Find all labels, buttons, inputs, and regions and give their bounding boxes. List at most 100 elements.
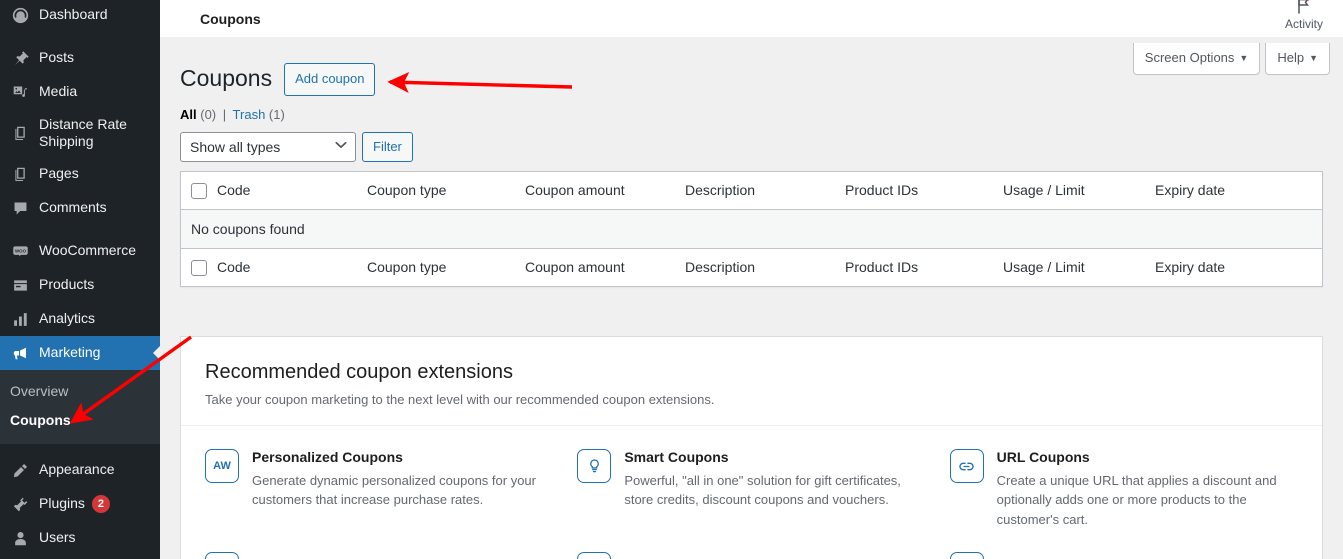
- sidebar-item-marketing[interactable]: Marketing: [0, 336, 160, 370]
- column-header-expiry-date[interactable]: Expiry date: [1155, 172, 1322, 210]
- column-footer-coupon-amount[interactable]: Coupon amount: [525, 247, 685, 286]
- sidebar-item-posts[interactable]: Posts: [0, 41, 160, 75]
- screen-meta-links: Screen Options ▼ Help ▼: [1132, 43, 1330, 76]
- column-header-coupon-amount[interactable]: Coupon amount: [525, 172, 685, 210]
- sidebar-item-pages[interactable]: Pages: [0, 157, 160, 191]
- analytics-icon: [10, 309, 30, 329]
- plug-icon: [10, 494, 30, 514]
- sidebar-item-woocommerce[interactable]: WOO WooCommerce: [0, 234, 160, 268]
- column-header-usage-limit[interactable]: Usage / Limit: [1003, 172, 1155, 210]
- select-all-checkbox-footer[interactable]: [191, 260, 207, 277]
- extension-card-personalized-coupons[interactable]: AW Personalized Coupons Generate dynamic…: [205, 448, 553, 529]
- select-all-checkbox[interactable]: [191, 182, 207, 199]
- extension-card-title[interactable]: Smart Coupons: [624, 448, 925, 467]
- sidebar-item-label: Pages: [39, 165, 79, 182]
- chevron-down-icon: ▼: [1239, 53, 1249, 63]
- extension-card-title[interactable]: Personalized Coupons: [252, 448, 553, 467]
- coupons-table-head: Code Coupon type Coupon amount Descripti…: [181, 172, 1322, 210]
- coupon-type-select[interactable]: Show all types: [180, 131, 356, 162]
- coupon-type-filter-wrap: Show all types: [180, 131, 356, 162]
- column-header-description[interactable]: Description: [685, 172, 845, 210]
- sidebar-divider: [0, 225, 160, 234]
- extension-card-body: Smart Coupons Powerful, "all in one" sol…: [624, 448, 925, 529]
- table-nav-top: Show all types Filter: [180, 131, 1323, 162]
- coupons-table-foot: Code Coupon type Coupon amount Descripti…: [181, 247, 1322, 286]
- column-footer-code[interactable]: Code: [217, 247, 367, 286]
- column-header-product-ids[interactable]: Product IDs: [845, 172, 1003, 210]
- sidebar-item-label: WooCommerce: [39, 242, 136, 259]
- admin-sidebar: Dashboard Posts Media Distance Rate Ship…: [0, 0, 160, 559]
- sidebar-item-distance-rate-shipping[interactable]: Distance Rate Shipping: [0, 109, 160, 157]
- view-trash-link[interactable]: Trash: [233, 107, 266, 122]
- wordpress-admin-screen: Dashboard Posts Media Distance Rate Ship…: [0, 0, 1343, 559]
- sidebar-item-products[interactable]: Products: [0, 268, 160, 302]
- sidebar-divider: [0, 32, 160, 41]
- sidebar-item-label: Plugins: [39, 495, 85, 512]
- coupons-table: Code Coupon type Coupon amount Descripti…: [180, 170, 1323, 288]
- column-footer-description[interactable]: Description: [685, 247, 845, 286]
- sidebar-item-label: Users: [39, 529, 76, 546]
- column-footer-product-ids[interactable]: Product IDs: [845, 247, 1003, 286]
- screen-options-button[interactable]: Screen Options ▼: [1132, 43, 1261, 76]
- page-wrap: Coupons Add coupon All (0) | Trash (1) S…: [160, 37, 1343, 559]
- column-footer-coupon-type[interactable]: Coupon type: [367, 247, 525, 286]
- svg-text:WOO: WOO: [14, 248, 26, 253]
- table-footer-row: Code Coupon type Coupon amount Descripti…: [181, 247, 1322, 286]
- select-all-header: [181, 172, 217, 210]
- screen-options-label: Screen Options: [1144, 50, 1235, 65]
- sidebar-item-label: Appearance: [39, 461, 115, 478]
- sidebar-item-users[interactable]: Users: [0, 521, 160, 555]
- main-content: Coupons Activity Screen Options ▼ Help ▼: [160, 0, 1343, 559]
- megaphone-icon: [10, 343, 30, 363]
- extension-card-body: Personalized Coupons Generate dynamic pe…: [252, 448, 553, 529]
- view-all-link[interactable]: All: [180, 107, 197, 122]
- column-footer-expiry-date[interactable]: Expiry date: [1155, 247, 1322, 286]
- submenu-item-coupons[interactable]: Coupons: [0, 406, 160, 435]
- recommended-extensions-header: Recommended coupon extensions Take your …: [181, 337, 1322, 427]
- aw-text-icon: [205, 552, 239, 559]
- extension-card-url-coupons[interactable]: URL Coupons Create a unique URL that app…: [949, 448, 1298, 529]
- user-icon: [10, 528, 30, 548]
- no-coupons-found-message: No coupons found: [181, 209, 1322, 248]
- sidebar-item-media[interactable]: Media: [0, 75, 160, 109]
- view-separator: |: [222, 106, 227, 122]
- sidebar-item-label: Media: [39, 83, 78, 100]
- filter-button[interactable]: Filter: [362, 131, 413, 162]
- add-coupon-button[interactable]: Add coupon: [284, 63, 376, 96]
- sidebar-item-label: Marketing: [39, 344, 101, 361]
- sidebar-item-dashboard[interactable]: Dashboard: [0, 0, 160, 32]
- sidebar-item-label: Products: [39, 276, 95, 293]
- dashboard-icon: [10, 5, 30, 25]
- chevron-down-icon: ▼: [1309, 53, 1318, 63]
- extension-card-description: Create a unique URL that applies a disco…: [996, 472, 1277, 527]
- extension-card-title[interactable]: URL Coupons: [997, 448, 1298, 467]
- coupons-table-body: No coupons found: [181, 209, 1322, 248]
- flag-icon: [1294, 0, 1314, 16]
- column-footer-usage-limit[interactable]: Usage / Limit: [1003, 247, 1155, 286]
- sidebar-item-appearance[interactable]: Appearance: [0, 453, 160, 487]
- pages-icon: [10, 123, 30, 143]
- column-header-coupon-type[interactable]: Coupon type: [367, 172, 525, 210]
- extension-card-row2-left[interactable]: [205, 551, 553, 559]
- woo-icon: WOO: [10, 241, 30, 261]
- sidebar-divider: [0, 444, 160, 453]
- view-trash-count: (1): [268, 106, 285, 122]
- sidebar-item-label: Dashboard: [39, 6, 108, 23]
- extension-card-description: Generate dynamic personalized coupons fo…: [252, 472, 536, 508]
- page-title: Coupons: [180, 65, 273, 92]
- extension-card-smart-coupons[interactable]: Smart Coupons Powerful, "all in one" sol…: [577, 448, 925, 529]
- activity-panel-button[interactable]: Activity: [1275, 0, 1333, 31]
- sidebar-item-comments[interactable]: Comments: [0, 191, 160, 225]
- extension-card-row2-center[interactable]: [577, 551, 925, 559]
- pin-icon: [10, 48, 30, 68]
- sidebar-item-analytics[interactable]: Analytics: [0, 302, 160, 336]
- sidebar-item-plugins[interactable]: Plugins 2: [0, 487, 160, 521]
- extension-card-row2-right[interactable]: [949, 551, 1298, 559]
- brush-icon: [10, 460, 30, 480]
- help-button[interactable]: Help ▼: [1265, 43, 1330, 76]
- submenu-item-overview[interactable]: Overview: [0, 377, 160, 406]
- column-header-code[interactable]: Code: [217, 172, 367, 210]
- pages-icon: [10, 164, 30, 184]
- extension-card-body: URL Coupons Create a unique URL that app…: [997, 448, 1298, 529]
- extension-cards-grid: AW Personalized Coupons Generate dynamic…: [181, 426, 1322, 559]
